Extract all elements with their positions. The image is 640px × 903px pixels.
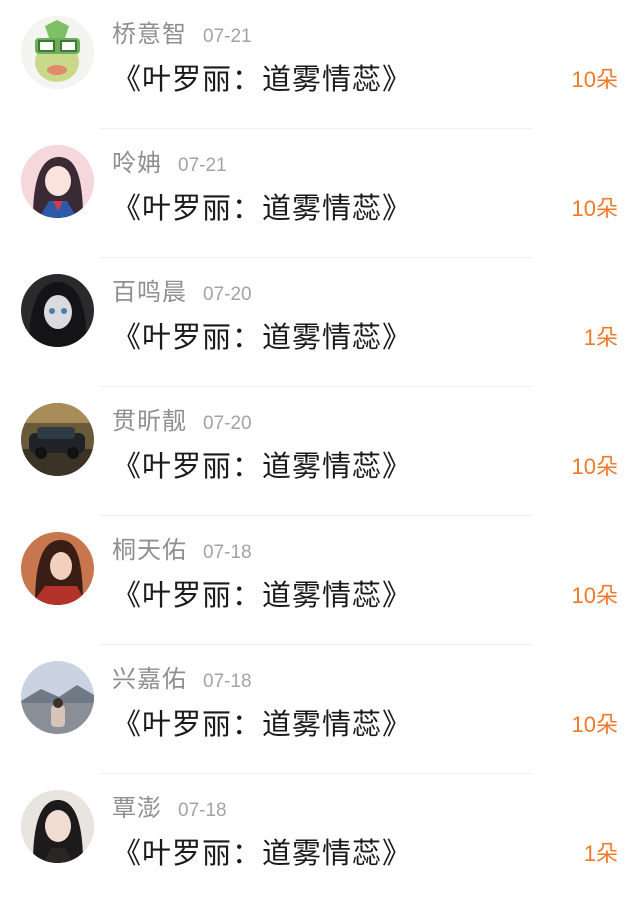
work-title[interactable]: 《叶罗丽：道雾情蕊》: [112, 572, 412, 614]
user-name[interactable]: 百鸣晨: [112, 272, 187, 307]
anime-girl-avatar[interactable]: [21, 145, 94, 218]
flower-count: 1朵: [583, 841, 618, 866]
gift-record-row[interactable]: 百鸣晨 07-20 《叶罗丽：道雾情蕊》 1朵: [0, 258, 640, 387]
gift-record-row[interactable]: 贯昕靓 07-20 《叶罗丽：道雾情蕊》 10朵: [0, 387, 640, 516]
record-date: 07-18: [178, 800, 227, 821]
gift-record-row[interactable]: 桐天佑 07-18 《叶罗丽：道雾情蕊》 10朵: [0, 516, 640, 645]
work-title[interactable]: 《叶罗丽：道雾情蕊》: [112, 56, 412, 98]
user-name[interactable]: 桥意智: [112, 14, 187, 49]
user-name[interactable]: 覃澎: [112, 788, 162, 823]
cartoon-green-character-avatar[interactable]: [21, 16, 94, 89]
work-title[interactable]: 《叶罗丽：道雾情蕊》: [112, 830, 412, 872]
record-date: 07-21: [178, 155, 227, 176]
record-date: 07-18: [203, 671, 252, 692]
gift-record-row[interactable]: 呤姌 07-21 《叶罗丽：道雾情蕊》 10朵: [0, 129, 640, 258]
record-date: 07-18: [203, 542, 252, 563]
flower-count: 10朵: [571, 196, 618, 221]
record-meta: 百鸣晨 07-20: [112, 272, 252, 307]
work-title[interactable]: 《叶罗丽：道雾情蕊》: [112, 443, 412, 485]
record-date: 07-20: [203, 284, 252, 305]
record-date: 07-21: [203, 26, 252, 47]
flower-count: 1朵: [583, 325, 618, 350]
work-title[interactable]: 《叶罗丽：道雾情蕊》: [112, 185, 412, 227]
flower-count: 10朵: [571, 454, 618, 479]
record-meta: 兴嘉佑 07-18: [112, 659, 252, 694]
work-title[interactable]: 《叶罗丽：道雾情蕊》: [112, 701, 412, 743]
user-name[interactable]: 桐天佑: [112, 530, 187, 565]
flower-count: 10朵: [571, 712, 618, 737]
user-name[interactable]: 呤姌: [112, 143, 162, 178]
work-title[interactable]: 《叶罗丽：道雾情蕊》: [112, 314, 412, 356]
gift-record-row[interactable]: 兴嘉佑 07-18 《叶罗丽：道雾情蕊》 10朵: [0, 645, 640, 774]
record-meta: 呤姌 07-21: [112, 143, 227, 178]
flower-count: 10朵: [571, 583, 618, 608]
gift-record-row[interactable]: 桥意智 07-21 《叶罗丽：道雾情蕊》 10朵: [0, 0, 640, 129]
gift-record-list: 桥意智 07-21 《叶罗丽：道雾情蕊》 10朵 呤姌 07-21 《叶罗丽：道…: [0, 0, 640, 884]
record-meta: 贯昕靓 07-20: [112, 401, 252, 436]
user-name[interactable]: 贯昕靓: [112, 401, 187, 436]
landscape-photo-avatar[interactable]: [21, 661, 94, 734]
red-costume-girl-avatar[interactable]: [21, 532, 94, 605]
record-meta: 桥意智 07-21: [112, 14, 252, 49]
flower-count: 10朵: [571, 67, 618, 92]
car-photo-avatar[interactable]: [21, 403, 94, 476]
girl-portrait-avatar[interactable]: [21, 790, 94, 863]
record-meta: 覃澎 07-18: [112, 788, 227, 823]
dark-anime-girl-avatar[interactable]: [21, 274, 94, 347]
record-date: 07-20: [203, 413, 252, 434]
user-name[interactable]: 兴嘉佑: [112, 659, 187, 694]
record-meta: 桐天佑 07-18: [112, 530, 252, 565]
